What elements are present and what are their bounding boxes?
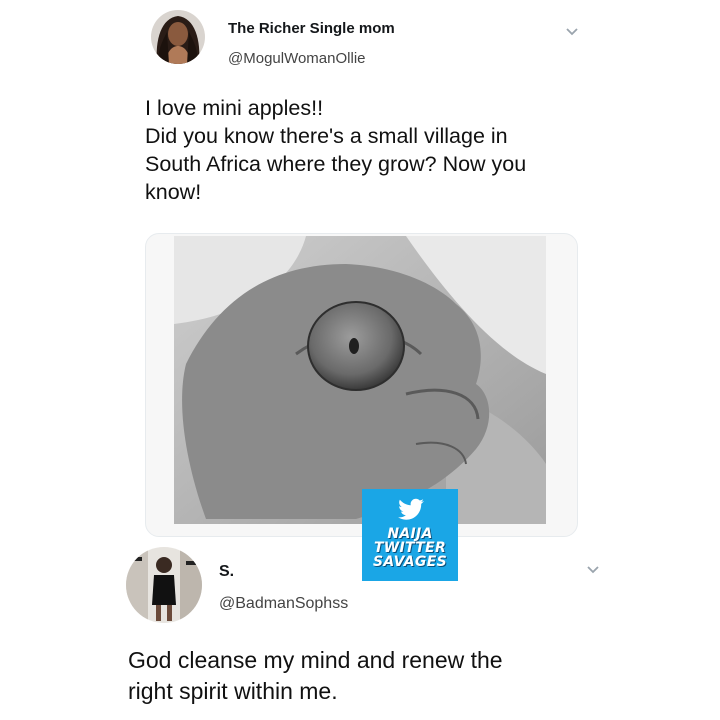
tweet-text-line: Did you know there's a small village in	[145, 124, 508, 148]
watermark-line: NAIJA	[387, 526, 433, 542]
reply-text: God cleanse my mind and renew the right …	[128, 645, 688, 707]
tweet-text-line: South Africa where they grow? Now you	[145, 152, 527, 176]
tweet-text-line: know!	[145, 180, 202, 204]
reply-author-avatar[interactable]	[126, 547, 202, 623]
chevron-down-icon[interactable]	[586, 562, 600, 574]
tweet-author-handle[interactable]: @MogulWomanOllie	[228, 50, 366, 67]
watermark-line: SAVAGES	[373, 554, 447, 570]
reply-author-name[interactable]: S.	[219, 563, 234, 581]
twitter-bird-icon	[398, 498, 424, 520]
naija-twitter-savages-watermark: NAIJA TWITTER SAVAGES	[362, 489, 458, 581]
tweet-text: I love mini apples!! Did you know there'…	[145, 94, 615, 206]
tweet-author-name[interactable]: The Richer Single mom	[228, 20, 395, 37]
reply-text-line: God cleanse my mind and renew the	[128, 647, 503, 673]
tweet-text-line: I love mini apples!!	[145, 96, 324, 120]
screenshot: The Richer Single mom @MogulWomanOllie I…	[0, 0, 720, 720]
tweet-author-avatar[interactable]	[151, 10, 205, 64]
chevron-down-icon[interactable]	[565, 24, 579, 36]
reply-author-handle[interactable]: @BadmanSophss	[219, 595, 348, 613]
reply-text-line: right spirit within me.	[128, 678, 338, 704]
watermark-line: TWITTER	[373, 540, 447, 556]
